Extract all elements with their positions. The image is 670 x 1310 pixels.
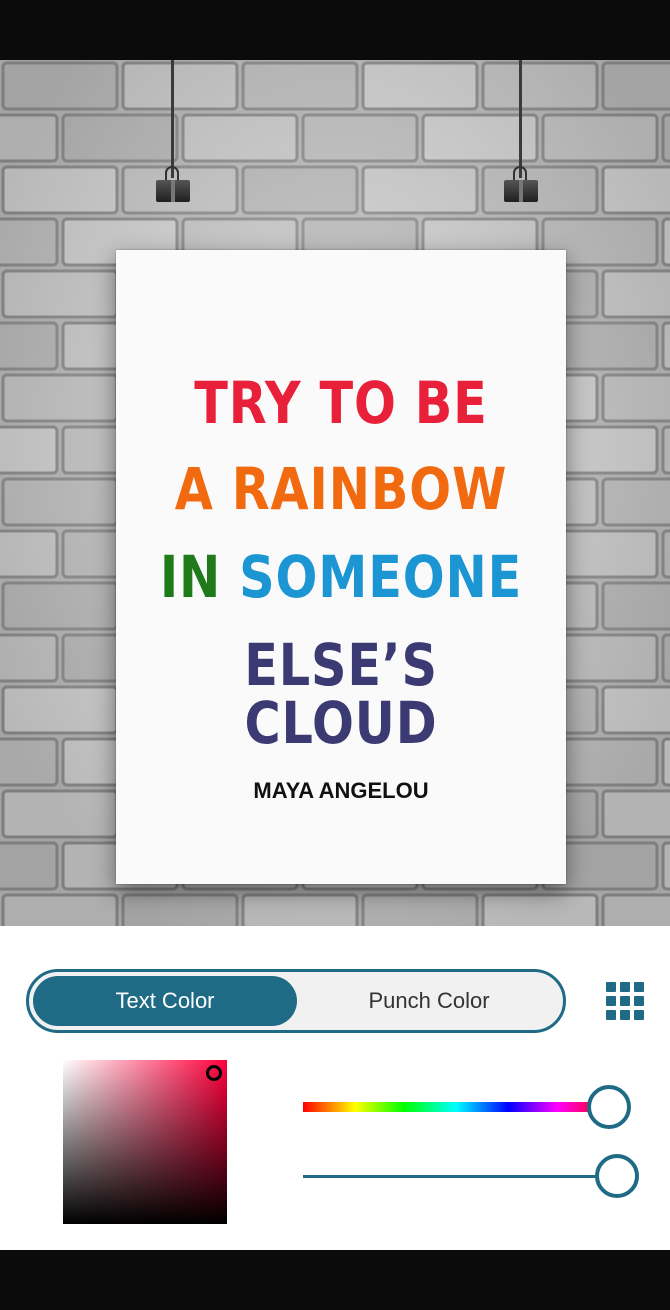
binder-clip-left-icon bbox=[156, 166, 190, 202]
opacity-slider-track[interactable] bbox=[303, 1175, 617, 1178]
quote-poster[interactable]: TRY TO BE A RAINBOW IN SOMEONE ELSE’S CL… bbox=[116, 250, 566, 884]
quote-author[interactable]: MAYA ANGELOU bbox=[116, 778, 566, 804]
saturation-value-picker[interactable] bbox=[63, 1060, 227, 1224]
opacity-slider-thumb[interactable] bbox=[595, 1154, 639, 1198]
status-bar bbox=[0, 0, 670, 60]
hanging-string-right bbox=[519, 60, 522, 178]
tab-text-color[interactable]: Text Color bbox=[33, 976, 297, 1026]
quote-word: SOMEONE bbox=[239, 543, 523, 611]
grid-icon[interactable] bbox=[606, 982, 644, 1020]
binder-clip-right-icon bbox=[504, 166, 538, 202]
hue-slider-thumb[interactable] bbox=[587, 1085, 631, 1129]
quote-line-2[interactable]: A RAINBOW bbox=[150, 460, 533, 518]
quote-line-4[interactable]: ELSE’S CLOUD bbox=[150, 636, 533, 752]
picker-handle[interactable] bbox=[206, 1065, 222, 1081]
quote-line-1[interactable]: TRY TO BE bbox=[150, 374, 533, 432]
picker-black-gradient bbox=[63, 1060, 227, 1224]
hanging-string-left bbox=[171, 60, 174, 178]
hue-slider-track[interactable] bbox=[303, 1102, 609, 1112]
quote-line-3[interactable]: IN SOMEONE bbox=[150, 548, 533, 606]
color-editor-panel: Text Color Punch Color bbox=[0, 926, 670, 1250]
quote-word: TRY TO BE bbox=[194, 369, 488, 437]
quote-word: A RAINBOW bbox=[174, 455, 508, 523]
quote-word: IN bbox=[159, 543, 240, 611]
quote-word: ELSE’S CLOUD bbox=[244, 631, 438, 757]
navigation-bar bbox=[0, 1250, 670, 1310]
poster-canvas[interactable]: TRY TO BE A RAINBOW IN SOMEONE ELSE’S CL… bbox=[0, 60, 670, 926]
color-target-toggle: Text Color Punch Color bbox=[26, 969, 566, 1033]
tab-punch-color[interactable]: Punch Color bbox=[297, 976, 561, 1026]
